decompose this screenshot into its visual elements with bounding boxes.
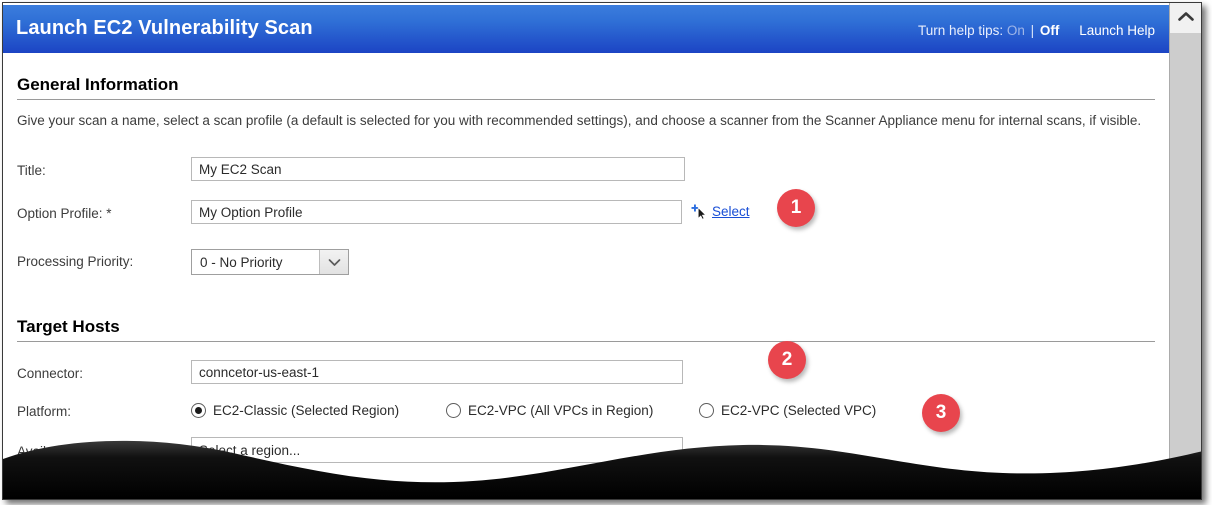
radio-label: EC2-VPC (All VPCs in Region) <box>468 403 654 418</box>
available-regions-field-label: Available Regions: <box>17 444 129 459</box>
callout-badge-3-number: 3 <box>935 402 947 423</box>
available-regions-input[interactable] <box>191 437 683 463</box>
plus-cursor-icon <box>691 204 708 221</box>
radio-label: EC2-Classic (Selected Region) <box>213 403 400 418</box>
processing-priority-select[interactable]: 0 - No Priority <box>191 249 349 275</box>
option-profile-input[interactable] <box>191 200 682 224</box>
callout-badge-2-number: 2 <box>781 349 793 370</box>
platform-field-label: Platform: <box>17 404 72 419</box>
section-heading-target-hosts: Target Hosts <box>17 317 120 336</box>
page-title: Launch EC2 Vulnerability Scan <box>16 17 313 39</box>
help-tips-off-link[interactable]: Off <box>1040 23 1060 38</box>
application-window: Launch EC2 Vulnerability Scan Turn help … <box>2 2 1202 500</box>
radio-dot-icon <box>699 403 714 418</box>
callout-badge-2: 2 <box>768 341 806 379</box>
connector-input[interactable] <box>191 360 683 384</box>
radio-label: EC2-VPC (Selected VPC) <box>721 403 877 418</box>
help-tips-controls: Turn help tips: On | Off Launch Help <box>918 23 1155 38</box>
form-content: General Information Give your scan a nam… <box>3 53 1169 499</box>
chevron-up-icon <box>1177 9 1195 27</box>
processing-priority-field-label: Processing Priority: <box>17 254 134 269</box>
window-title-bar: Launch EC2 Vulnerability Scan Turn help … <box>3 5 1169 53</box>
section-heading-general-information: General Information <box>17 75 179 94</box>
section-divider-general-information <box>17 99 1155 100</box>
radio-dot-icon <box>446 403 461 418</box>
scrollbar-thumb[interactable] <box>1170 33 1201 499</box>
general-information-description: Give your scan a name, select a scan pro… <box>17 113 1142 128</box>
help-tips-on-link[interactable]: On <box>1007 23 1025 38</box>
scroll-up-button[interactable] <box>1170 3 1201 33</box>
radio-ec2-vpc-selected-vpc[interactable]: EC2-VPC (Selected VPC) <box>699 403 876 418</box>
radio-ec2-vpc-all-vpcs-in-region[interactable]: EC2-VPC (All VPCs in Region) <box>446 403 653 418</box>
vertical-scrollbar[interactable] <box>1169 3 1201 499</box>
callout-badge-1-number: 1 <box>790 197 802 218</box>
screenshot-root: Launch EC2 Vulnerability Scan Turn help … <box>0 0 1212 505</box>
title-field-label: Title: <box>17 163 46 178</box>
option-profile-select-link[interactable]: Select <box>712 204 750 219</box>
launch-help-link[interactable]: Launch Help <box>1079 23 1155 38</box>
help-tips-label: Turn help tips: <box>918 23 1004 38</box>
help-tips-separator: | <box>1030 23 1035 38</box>
callout-badge-3: 3 <box>922 394 960 432</box>
radio-dot-icon <box>191 403 206 418</box>
processing-priority-selected-value: 0 - No Priority <box>200 254 283 270</box>
section-divider-target-hosts <box>17 341 1155 342</box>
chevron-down-icon[interactable] <box>319 250 348 274</box>
connector-field-label: Connector: <box>17 366 84 381</box>
title-input[interactable] <box>191 157 685 181</box>
option-profile-select-link-wrap[interactable]: Select <box>691 203 750 220</box>
option-profile-field-label: Option Profile: * <box>17 206 112 221</box>
radio-ec2-classic-selected-region[interactable]: EC2-Classic (Selected Region) <box>191 403 399 418</box>
callout-badge-1: 1 <box>777 189 815 227</box>
